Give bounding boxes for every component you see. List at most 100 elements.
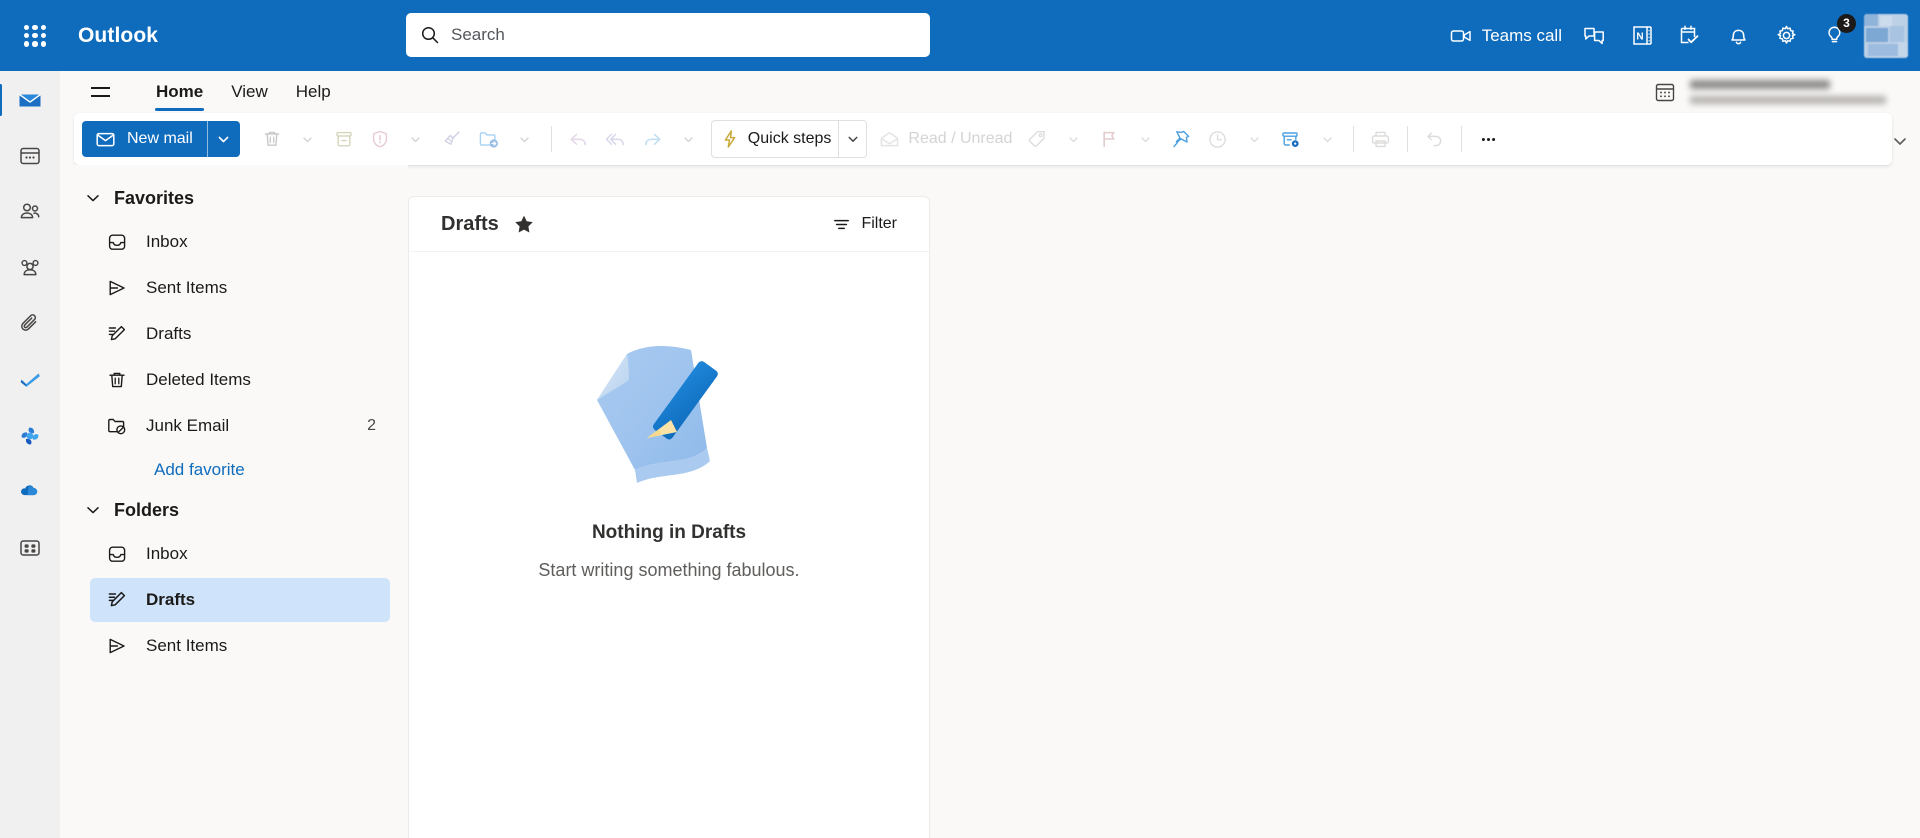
bell-icon bbox=[1730, 29, 1746, 45]
snooze-caret[interactable] bbox=[1236, 121, 1272, 157]
onenote-button[interactable]: N bbox=[1618, 12, 1666, 60]
forward-button[interactable] bbox=[634, 121, 671, 157]
folder-sent-items[interactable]: Sent Items bbox=[90, 624, 390, 668]
move-to-button[interactable] bbox=[470, 121, 507, 157]
sidebar-item-files[interactable] bbox=[8, 302, 52, 346]
trash-icon bbox=[264, 131, 279, 146]
search-box[interactable] bbox=[406, 13, 930, 57]
folder-favorites-junk-email[interactable]: Junk Email 2 bbox=[90, 404, 390, 448]
app-launcher-button[interactable] bbox=[11, 12, 59, 60]
tips-button[interactable]: 3 bbox=[1810, 12, 1858, 60]
send-icon bbox=[109, 638, 125, 654]
tab-home[interactable]: Home bbox=[142, 72, 217, 112]
move-to-caret[interactable] bbox=[507, 121, 543, 157]
chevron-down-icon bbox=[1141, 136, 1150, 142]
sidebar-item-onedrive[interactable] bbox=[8, 470, 52, 514]
delete-button[interactable] bbox=[254, 121, 290, 157]
archive-button[interactable] bbox=[326, 121, 362, 157]
archive-box-icon bbox=[336, 131, 352, 147]
chevron-down-icon bbox=[848, 136, 858, 142]
chat-button[interactable] bbox=[1570, 12, 1618, 60]
tips-badge-count: 3 bbox=[1837, 13, 1856, 33]
report-junk-caret[interactable] bbox=[398, 121, 434, 157]
message-list-title-group: Drafts bbox=[441, 213, 535, 236]
teams-call-button[interactable]: Teams call bbox=[1441, 12, 1570, 60]
pin-icon bbox=[1173, 130, 1190, 148]
read-unread-button[interactable]: Read / Unread bbox=[871, 121, 1019, 157]
notifications-button[interactable] bbox=[1714, 12, 1762, 60]
filter-lines-icon bbox=[834, 219, 850, 229]
divider bbox=[1461, 126, 1463, 152]
paper-and-pencil-illustration bbox=[597, 346, 718, 483]
sidebar-item-mail[interactable] bbox=[0, 78, 52, 122]
flag-button[interactable] bbox=[1091, 121, 1127, 157]
my-day-button[interactable] bbox=[1666, 12, 1714, 60]
new-mail-caret-button[interactable] bbox=[208, 121, 240, 157]
delete-caret[interactable] bbox=[290, 121, 326, 157]
command-bar: New mail Quick steps Read / Unread bbox=[74, 113, 1892, 165]
tab-help[interactable]: Help bbox=[282, 72, 345, 112]
new-mail-main[interactable]: New mail bbox=[82, 121, 208, 157]
flag-caret[interactable] bbox=[1127, 121, 1163, 157]
app-brand-title[interactable]: Outlook bbox=[78, 24, 158, 48]
calendar-month-icon bbox=[1655, 83, 1675, 102]
tab-view[interactable]: View bbox=[217, 72, 282, 112]
star-filled-icon[interactable] bbox=[513, 213, 535, 235]
collapse-ribbon-button[interactable] bbox=[1886, 127, 1914, 155]
trash-icon bbox=[109, 372, 125, 388]
sidebar-item-people[interactable] bbox=[8, 190, 52, 234]
folder-favorites-drafts[interactable]: Drafts bbox=[90, 312, 390, 356]
chevron-down-icon bbox=[1069, 136, 1078, 142]
reply-arrow-icon bbox=[570, 133, 586, 145]
reply-all-button[interactable] bbox=[597, 121, 634, 157]
more-options-button[interactable] bbox=[1470, 121, 1507, 157]
favorites-group-title: Favorites bbox=[114, 187, 195, 208]
rules-button[interactable] bbox=[1272, 121, 1309, 157]
hamburger-menu-button[interactable] bbox=[82, 76, 118, 108]
apps-grid-icon bbox=[20, 540, 40, 556]
favorites-group-header[interactable]: Favorites bbox=[60, 178, 408, 218]
categorize-caret[interactable] bbox=[1055, 121, 1091, 157]
sidebar-item-calendar[interactable] bbox=[8, 134, 52, 178]
folder-drafts[interactable]: Drafts bbox=[90, 578, 390, 622]
undo-button[interactable] bbox=[1416, 121, 1453, 157]
pin-button[interactable] bbox=[1163, 121, 1199, 157]
teams-call-label: Teams call bbox=[1481, 25, 1562, 45]
sidebar-item-to-do[interactable] bbox=[8, 358, 52, 402]
folder-favorites-sent-items[interactable]: Sent Items bbox=[90, 266, 390, 310]
message-list-pane: Drafts Filter Nothing in Drafts Start wr… bbox=[408, 196, 930, 838]
new-mail-button[interactable]: New mail bbox=[82, 121, 240, 157]
folder-inbox[interactable]: Inbox bbox=[90, 532, 390, 576]
sweep-button[interactable] bbox=[434, 121, 470, 157]
snooze-button[interactable] bbox=[1199, 121, 1236, 157]
add-favorite-link[interactable]: Add favorite bbox=[60, 450, 408, 490]
search-input[interactable] bbox=[451, 25, 916, 45]
app-launcher-grid-icon bbox=[24, 24, 46, 47]
inbox-icon bbox=[108, 234, 126, 250]
hamburger-menu-icon bbox=[90, 87, 110, 89]
chevron-down-icon bbox=[520, 136, 529, 142]
reply-button[interactable] bbox=[560, 121, 597, 157]
draft-pencil-icon bbox=[108, 591, 126, 607]
settings-button[interactable] bbox=[1762, 12, 1810, 60]
folder-label: Sent Items bbox=[146, 636, 228, 655]
sidebar-item-groups[interactable] bbox=[8, 246, 52, 290]
report-junk-button[interactable] bbox=[362, 121, 398, 157]
folder-favorites-deleted-items[interactable]: Deleted Items bbox=[90, 358, 390, 402]
forward-caret[interactable] bbox=[671, 121, 707, 157]
sidebar-item-more-apps[interactable] bbox=[8, 526, 52, 570]
account-switcher[interactable] bbox=[1654, 71, 1886, 113]
categorize-button[interactable] bbox=[1019, 121, 1055, 157]
avatar[interactable] bbox=[1864, 13, 1908, 58]
rules-caret[interactable] bbox=[1309, 121, 1345, 157]
quick-steps-button[interactable]: Quick steps bbox=[712, 121, 839, 157]
folders-group-header[interactable]: Folders bbox=[60, 490, 408, 530]
sidebar-item-loop[interactable] bbox=[8, 414, 52, 458]
chat-bubbles-icon bbox=[1583, 27, 1604, 45]
folder-favorites-inbox[interactable]: Inbox bbox=[90, 220, 390, 264]
quick-steps-group: Quick steps bbox=[710, 120, 868, 158]
filter-button[interactable]: Filter bbox=[822, 207, 907, 241]
quick-steps-caret[interactable] bbox=[838, 120, 866, 158]
print-button[interactable] bbox=[1362, 121, 1399, 157]
draft-pencil-icon bbox=[108, 325, 126, 341]
